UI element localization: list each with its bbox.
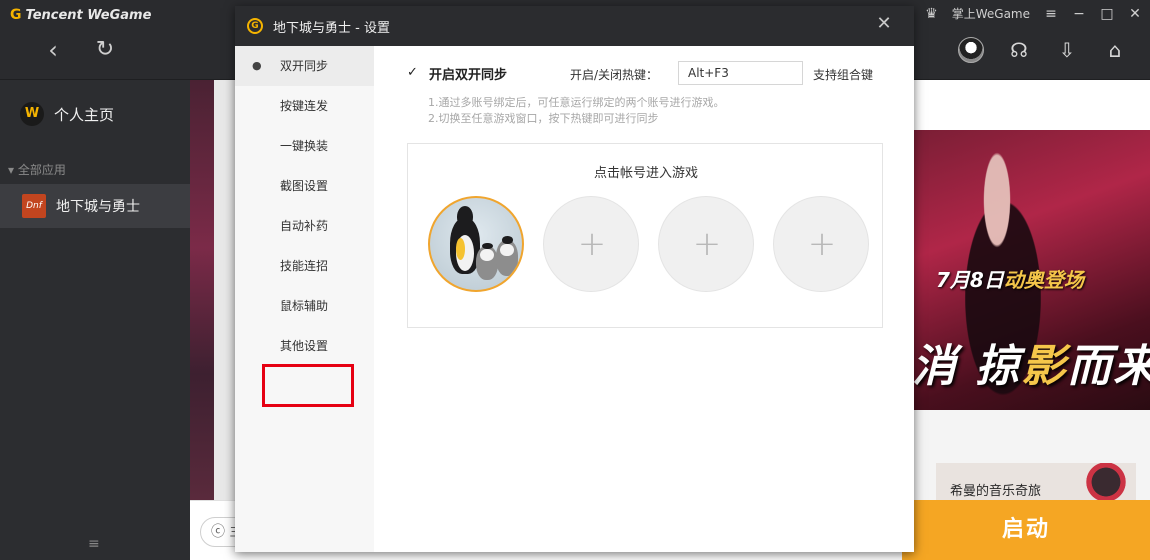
checkbox-checked-icon[interactable]: ✓: [407, 66, 421, 80]
dual-sync-label: 开启双开同步: [429, 67, 508, 83]
sidebar-item-label: 地下城与勇士: [56, 199, 140, 215]
sidebar: W 个人主页 ▾ 全部应用 Dnf 地下城与勇士 ≡: [0, 80, 190, 560]
banner-date-suffix: 动奥登场: [1003, 268, 1084, 292]
add-account-slot[interactable]: +: [773, 196, 869, 292]
hotkey-label: 开启/关闭热键：: [570, 68, 659, 82]
penguin-chick-image: [476, 242, 498, 280]
plus-icon: +: [692, 224, 722, 264]
hotkey-hint: 支持组合键: [813, 68, 874, 82]
nav-item-skill-combo[interactable]: 技能连招: [235, 246, 374, 286]
penguin-chick-image: [496, 236, 518, 276]
banner-date: 7月8日动奥登场: [936, 264, 1084, 293]
dialog-title-bar[interactable]: G 地下城与勇士 - 设置 ✕: [235, 6, 914, 46]
wegame-logo-icon: G: [10, 7, 22, 23]
profile-label: 个人主页: [54, 105, 115, 124]
section-title-label: 全部应用: [17, 163, 66, 177]
hamburger-icon[interactable]: ≡: [88, 536, 100, 552]
wegame-logo-icon: G: [247, 18, 263, 34]
tip-line-1: 1.通过多账号绑定后，可任意运行绑定的两个账号进行游戏。: [428, 96, 725, 109]
minimize-icon[interactable]: −: [1072, 6, 1086, 22]
nav-item-dual-sync[interactable]: ● 双开同步: [235, 46, 374, 86]
nav-item-quick-equip[interactable]: 一键换装: [235, 126, 374, 166]
news-card[interactable]: 希曼的音乐奇旅: [936, 463, 1136, 501]
account-avatar-slot[interactable]: [428, 196, 524, 292]
mobile-wegame-link[interactable]: 掌上WeGame: [952, 5, 1030, 22]
collapse-icon: ▾: [8, 163, 18, 177]
back-icon[interactable]: ‹: [39, 36, 67, 64]
download-icon[interactable]: ⇩: [1054, 37, 1080, 63]
start-game-button[interactable]: 启动: [902, 500, 1150, 560]
account-panel: 点击帐号进入游戏 + + +: [407, 143, 883, 328]
add-account-slot[interactable]: +: [543, 196, 639, 292]
brand-name: Tencent WeGame: [25, 7, 152, 23]
banner-slogan-gold: 影: [1021, 341, 1068, 392]
nav-item-screenshot[interactable]: 截图设置: [235, 166, 374, 206]
refresh-icon[interactable]: ↻: [91, 36, 119, 64]
background-art-edge: [214, 80, 236, 500]
news-title: 希曼的音乐奇旅: [950, 484, 1042, 499]
nav-item-label: 双开同步: [280, 59, 329, 73]
active-bullet-icon: ●: [252, 59, 262, 72]
news-thumbnail: [1076, 463, 1136, 501]
toolbar: ☊ ⇩ ⌂: [958, 37, 1128, 63]
mobile-wegame-icon[interactable]: ♛: [925, 6, 938, 22]
sidebar-item-dnf[interactable]: Dnf 地下城与勇士: [0, 184, 190, 228]
banner-slogan: 消 掠影而来: [912, 330, 1150, 394]
window-controls: ♛ 掌上WeGame ≡ − □ ✕: [925, 5, 1142, 22]
nav-item-mouse-assist[interactable]: 鼠标辅助: [235, 286, 374, 326]
banner-date-text: 7月8日: [936, 268, 1004, 292]
account-panel-title: 点击帐号进入游戏: [593, 166, 698, 181]
banner-slogan-part2: 而来: [1067, 341, 1150, 392]
promo-banner[interactable]: 7月8日动奥登场 消 掠影而来: [912, 130, 1150, 410]
nav-item-other-settings[interactable]: 其他设置: [235, 326, 374, 366]
brand: G Tencent WeGame: [10, 7, 151, 23]
dnf-game-icon: Dnf: [22, 194, 46, 218]
maximize-icon[interactable]: □: [1100, 6, 1114, 22]
gift-icon[interactable]: ⌂: [1102, 37, 1128, 63]
menu-icon[interactable]: ≡: [1044, 6, 1058, 22]
settings-dialog: G 地下城与勇士 - 设置 ✕ ● 双开同步 按键连发 一键换装 截图设置 自动…: [235, 6, 914, 552]
settings-nav: ● 双开同步 按键连发 一键换装 截图设置 自动补药 技能连招 鼠标辅助 其他设…: [235, 46, 374, 552]
close-icon[interactable]: ✕: [874, 14, 894, 34]
banner-top: [912, 80, 1150, 130]
plus-icon: +: [577, 224, 607, 264]
nav-item-key-repeat[interactable]: 按键连发: [235, 86, 374, 126]
close-window-icon[interactable]: ✕: [1128, 6, 1142, 22]
user-avatar[interactable]: [958, 37, 984, 63]
game-controller-icon[interactable]: ☊: [1006, 37, 1032, 63]
nav-item-auto-potion[interactable]: 自动补药: [235, 206, 374, 246]
profile-link[interactable]: W 个人主页: [20, 102, 114, 126]
profile-logo-icon: W: [20, 102, 44, 126]
annotation-highlight-box: [262, 364, 354, 407]
add-account-slot[interactable]: +: [658, 196, 754, 292]
dual-sync-toggle[interactable]: ✓ 开启双开同步: [407, 61, 507, 85]
plus-icon: +: [807, 224, 837, 264]
banner-slogan-part1: 消 掠: [912, 341, 1022, 392]
dialog-title: 地下城与勇士 - 设置: [273, 20, 390, 36]
section-all-apps[interactable]: ▾ 全部应用: [8, 161, 66, 178]
tip-line-2: 2.切换至任意游戏窗口，按下热键即可进行同步: [428, 112, 659, 125]
hotkey-input[interactable]: [678, 61, 803, 85]
